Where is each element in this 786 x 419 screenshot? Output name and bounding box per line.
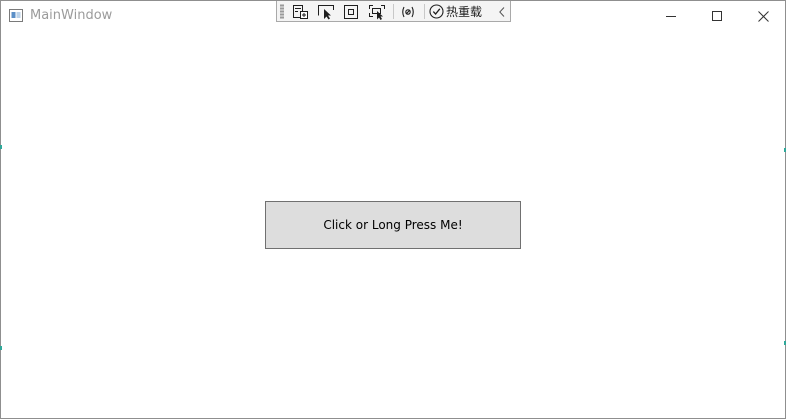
binding-failures-button[interactable] (397, 2, 419, 21)
close-button[interactable] (740, 1, 786, 31)
maximize-icon (712, 11, 722, 21)
toolbar-separator (393, 4, 394, 19)
hot-reload-button[interactable]: 热重载 (429, 2, 489, 21)
select-element-button[interactable] (315, 2, 337, 21)
minimize-icon (666, 16, 676, 17)
main-window: MainWindow 热重载 Click or Long Press Me! (0, 0, 786, 419)
layout-adorner-icon (344, 4, 358, 19)
app-window-icon (9, 9, 23, 22)
click-or-long-press-button[interactable]: Click or Long Press Me! (265, 201, 521, 249)
collapse-chevron-icon (499, 6, 505, 17)
select-element-icon (318, 4, 334, 19)
live-visual-tree-icon (293, 4, 308, 19)
window-title: MainWindow (30, 8, 113, 23)
toolbar-grip[interactable] (280, 4, 284, 19)
edge-marker (0, 145, 2, 149)
maximize-button[interactable] (694, 1, 740, 31)
toolbar-separator (424, 4, 425, 19)
close-icon (757, 10, 769, 22)
live-visual-tree-button[interactable] (290, 2, 312, 21)
hot-reload-label: 热重载 (446, 4, 483, 19)
collapse-toolbar-button[interactable] (495, 2, 509, 21)
edge-marker (0, 346, 2, 350)
minimize-button[interactable] (648, 1, 694, 31)
track-focus-button[interactable] (366, 2, 388, 21)
hot-reload-check-icon (429, 4, 444, 19)
layout-adorners-button[interactable] (340, 2, 362, 21)
track-focus-icon (369, 4, 385, 20)
debug-toolbar: 热重载 (276, 1, 511, 22)
binding-failures-icon (402, 6, 414, 17)
